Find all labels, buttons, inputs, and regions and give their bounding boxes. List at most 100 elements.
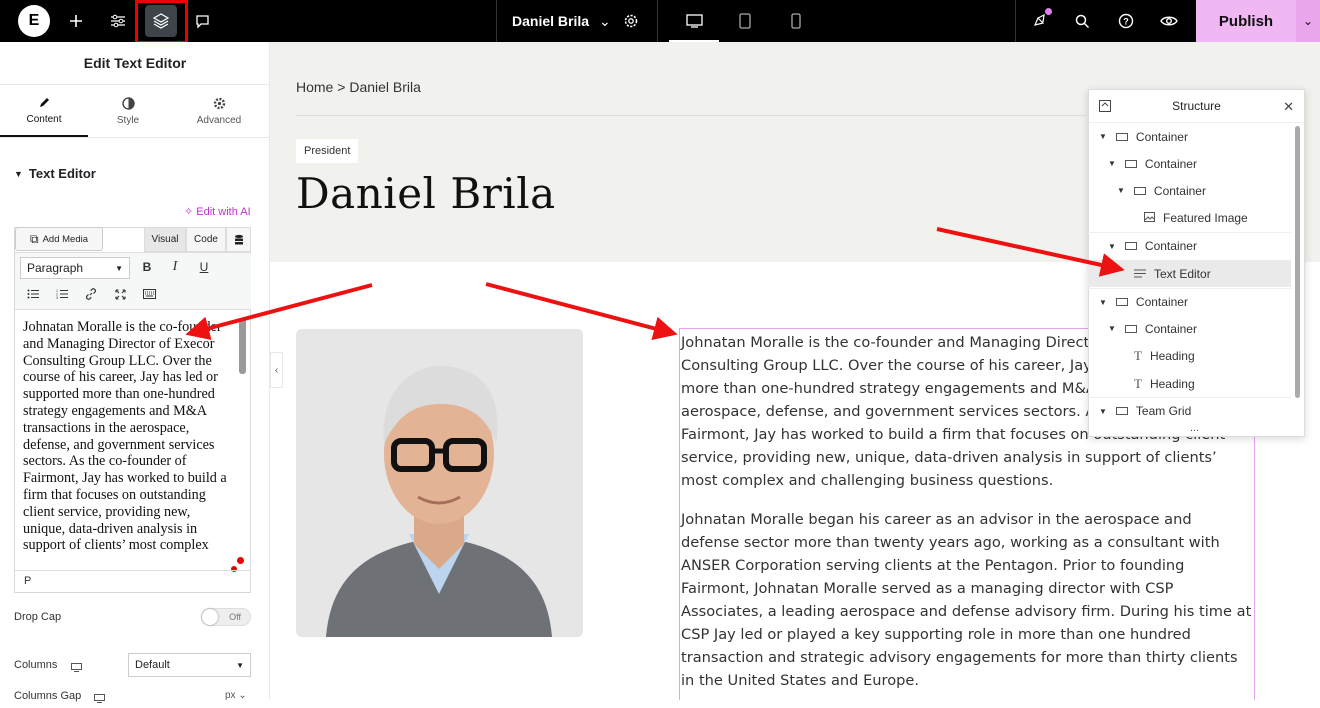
svg-text:?: ? [1123, 17, 1129, 27]
italic-icon[interactable]: I [165, 257, 185, 277]
breadcrumb: Home > Daniel Brila [296, 79, 421, 95]
portrait-photo [296, 329, 583, 637]
container-icon [1115, 132, 1128, 141]
text-editor-icon [1134, 267, 1146, 281]
link-icon[interactable] [81, 284, 101, 304]
structure-item-container[interactable]: ▼ Container [1088, 150, 1291, 177]
elementor-logo-icon[interactable]: E [18, 5, 50, 37]
breadcrumb-home[interactable]: Home [296, 79, 333, 95]
keyboard-icon[interactable] [139, 284, 159, 304]
site-settings-icon[interactable] [106, 0, 130, 42]
structure-item-featured-image[interactable]: Featured Image [1088, 204, 1291, 231]
gear-icon [213, 97, 225, 109]
help-icon[interactable]: ? [1116, 0, 1136, 42]
close-icon[interactable]: ✕ [1283, 99, 1294, 115]
structure-item-text-editor[interactable]: Text Editor [1088, 260, 1291, 287]
breadcrumb-current: Daniel Brila [349, 79, 421, 95]
add-element-icon[interactable] [64, 0, 88, 42]
structure-item-heading[interactable]: T Heading [1088, 342, 1291, 369]
bullet-list-icon[interactable] [23, 284, 43, 304]
ai-sparkle-icon: ✧ [184, 206, 194, 218]
pencil-icon [39, 97, 49, 107]
columns-label: Columns [14, 659, 58, 671]
navigator-title: Structure [1172, 99, 1221, 113]
caret-down-icon: ▼ [14, 168, 23, 179]
top-bar: E Daniel Brila ⌄ ? Publish ⌄ [0, 0, 1320, 44]
mobile-icon[interactable] [788, 0, 804, 42]
caret-down-icon: ▼ [1108, 159, 1116, 168]
paragraph-format-select[interactable]: Paragraph ▼ [20, 257, 130, 279]
comments-icon[interactable] [191, 0, 213, 42]
structure-item-container[interactable]: ▼ Container [1088, 288, 1291, 315]
container-icon [1115, 298, 1128, 306]
document-name[interactable]: Daniel Brila ⌄ [512, 0, 611, 42]
annotation-highlight-box [135, 0, 188, 44]
search-icon[interactable] [1072, 0, 1092, 42]
bio-paragraph-2: Johnatan Moralle began his career as an … [681, 511, 1252, 689]
container-icon [1124, 242, 1137, 250]
tab-style[interactable]: Style [88, 85, 168, 137]
media-icon: ⧉ [30, 231, 39, 246]
structure-item-container[interactable]: ▼ Container [1088, 123, 1291, 150]
chevron-down-icon: ⌄ [599, 12, 611, 29]
caret-down-icon: ▼ [1099, 297, 1107, 307]
bold-icon[interactable]: B [137, 257, 157, 277]
database-icon[interactable] [226, 227, 251, 252]
container-icon [1124, 324, 1137, 333]
caret-down-icon: ▼ [115, 263, 123, 273]
tab-content[interactable]: Content [0, 85, 88, 137]
responsive-desktop-icon[interactable] [94, 690, 105, 708]
structure-item-container[interactable]: ▼ Container [1088, 177, 1291, 204]
tab-visual[interactable]: Visual [144, 227, 186, 252]
structure-item-container[interactable]: ▼ Container [1088, 232, 1291, 259]
caret-down-icon: ▼ [236, 660, 244, 670]
desktop-icon[interactable] [684, 0, 704, 42]
drop-cap-label: Drop Cap [14, 611, 62, 623]
columns-gap-label: Columns Gap [14, 690, 82, 702]
tablet-icon[interactable] [736, 0, 754, 42]
publish-button[interactable]: Publish [1196, 0, 1296, 42]
image-icon [1144, 211, 1155, 225]
page-title: Daniel Brila [296, 169, 556, 218]
publish-options-chevron-icon[interactable]: ⌄ [1296, 0, 1320, 42]
navigator-layout-icon[interactable] [1099, 100, 1111, 115]
svg-text:3: 3 [56, 296, 58, 299]
edit-with-ai-link[interactable]: ✧ Edit with AI [184, 205, 251, 218]
section-toggle-text-editor[interactable]: ▼ Text Editor [14, 166, 96, 181]
navigator-scrollbar[interactable] [1295, 126, 1300, 398]
featured-image[interactable] [296, 329, 583, 637]
editor-scrollbar[interactable] [239, 318, 246, 374]
page-settings-icon[interactable] [620, 0, 642, 42]
container-icon [1115, 407, 1128, 415]
notifications-icon[interactable] [1030, 0, 1050, 42]
columns-select[interactable]: Default ▼ [128, 653, 251, 677]
underline-icon[interactable]: U [194, 257, 214, 277]
caret-down-icon: ▼ [1099, 132, 1107, 141]
chevron-down-icon: ⌄ [238, 690, 247, 701]
add-media-button[interactable]: ⧉ Add Media [15, 227, 103, 251]
tab-code[interactable]: Code [186, 227, 226, 252]
caret-down-icon: ▼ [1108, 324, 1116, 333]
fullscreen-icon[interactable] [110, 284, 130, 304]
heading-icon: T [1134, 347, 1142, 363]
structure-item-heading[interactable]: T Heading [1088, 370, 1291, 397]
structure-item-team-grid[interactable]: ▼ Team Grid [1088, 397, 1291, 424]
style-half-circle-icon [121, 96, 135, 110]
more-items-indicator: ... [1190, 422, 1200, 434]
container-icon [1124, 159, 1137, 168]
responsive-desktop-icon[interactable] [71, 659, 82, 677]
element-path: P [15, 570, 251, 592]
role-badge: President [296, 139, 359, 163]
unit-select[interactable]: px ⌄ [225, 690, 247, 701]
caret-down-icon: ▼ [1099, 406, 1107, 416]
editor-text-content[interactable]: Johnatan Moralle is the co-founder and M… [23, 319, 235, 569]
structure-item-container[interactable]: ▼ Container [1088, 315, 1291, 342]
preview-eye-icon[interactable] [1158, 0, 1180, 42]
collapse-panel-chevron-icon[interactable]: ‹ [270, 352, 283, 388]
tab-advanced[interactable]: Advanced [175, 85, 263, 137]
spellcheck-marker [237, 557, 244, 564]
container-icon [1133, 186, 1146, 195]
numbered-list-icon[interactable]: 123 [52, 284, 72, 304]
caret-down-icon: ▼ [1117, 186, 1125, 195]
panel-title: Edit Text Editor [0, 42, 270, 85]
